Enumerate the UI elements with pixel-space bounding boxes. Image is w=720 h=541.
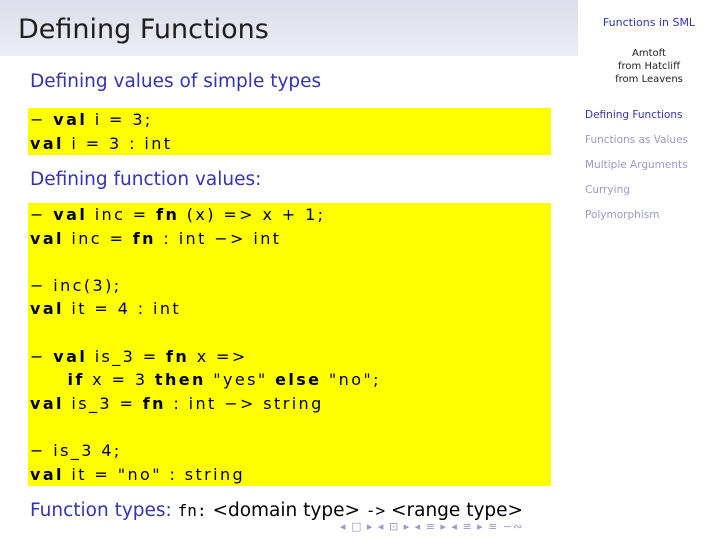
code-text: i = 3 : int xyxy=(63,133,173,153)
code-block-simple-values: − val i = 3; val i = 3 : int xyxy=(28,108,551,156)
code-keyword: val xyxy=(53,346,88,366)
sidebar: Functions in SML Amtoft from Hatcliff fr… xyxy=(578,0,720,541)
function-types-note: Function types: fn: <domain type> -> <ra… xyxy=(30,500,523,521)
code-text: : int −> int xyxy=(155,228,282,248)
sidebar-item-functions-as-values[interactable]: Functions as Values xyxy=(585,133,688,158)
code-line: val i = 3 : int xyxy=(28,132,551,156)
code-text: is_3 = xyxy=(87,346,167,366)
code-text: x = 3 xyxy=(84,370,155,390)
code-text: − inc(3); xyxy=(30,275,122,295)
fn-keyword: fn: xyxy=(177,501,207,520)
code-text: : int −> string xyxy=(165,393,324,413)
code-text: it = "no" : string xyxy=(63,464,246,484)
code-line: val it = 4 : int xyxy=(28,297,551,321)
slide-title: Defining Functions xyxy=(18,14,269,45)
code-keyword: then xyxy=(154,370,206,390)
code-keyword: val xyxy=(30,464,64,484)
sidebar-item-currying[interactable]: Currying xyxy=(585,183,688,208)
section-heading-simple-types: Defining values of simple types xyxy=(30,71,322,92)
author-line: Amtoft xyxy=(632,48,666,59)
code-text: − xyxy=(30,205,54,224)
sidebar-item-multiple-arguments[interactable]: Multiple Arguments xyxy=(585,158,688,183)
code-line: val it = "no" : string xyxy=(28,463,551,487)
sidebar-item-defining-functions[interactable]: Defining Functions xyxy=(585,108,688,133)
code-text: inc = xyxy=(63,228,133,248)
code-keyword: fn xyxy=(132,228,156,248)
code-keyword: val xyxy=(30,133,64,153)
code-line: − val inc = fn (x) => x + 1; xyxy=(28,203,551,227)
code-line: − val i = 3; xyxy=(28,108,551,132)
code-line: val inc = fn : int −> int xyxy=(28,227,551,251)
code-keyword: val xyxy=(30,299,64,319)
range-type: <range type> xyxy=(391,500,524,521)
code-line: − inc(3); xyxy=(28,274,551,298)
beamer-navigation-icons[interactable]: ◂ □ ▸ ◂ ⊡ ▸ ◂ ≡ ▸ ◂ ≡ ▸ ≡ ∽∾ xyxy=(340,520,523,533)
sidebar-item-polymorphism[interactable]: Polymorphism xyxy=(585,208,688,233)
code-keyword: val xyxy=(53,110,88,129)
function-types-label: Function types: xyxy=(30,500,172,521)
code-text: "no"; xyxy=(321,370,381,390)
code-keyword: val xyxy=(53,205,88,224)
sidebar-author: Amtoft from Hatcliff from Leavens xyxy=(578,47,720,86)
code-text: − is_3 4; xyxy=(30,440,122,460)
author-line: from Hatcliff xyxy=(618,61,680,72)
sidebar-nav: Defining Functions Functions as Values M… xyxy=(585,108,688,233)
code-keyword: fn xyxy=(142,393,166,413)
author-line: from Leavens xyxy=(615,74,683,85)
sidebar-title[interactable]: Functions in SML xyxy=(578,16,720,29)
code-keyword: if xyxy=(67,370,85,390)
code-text: (x) => x + 1; xyxy=(179,205,326,224)
code-keyword: fn xyxy=(166,346,190,366)
code-text: − xyxy=(30,346,54,366)
code-text: "yes" xyxy=(205,370,276,390)
code-line: if x = 3 then "yes" else "no"; xyxy=(28,368,551,392)
code-line: − is_3 4; xyxy=(28,439,551,463)
code-keyword: fn xyxy=(156,205,180,224)
code-line: − val is_3 = fn x => xyxy=(28,345,551,369)
section-heading-function-values: Defining function values: xyxy=(30,169,262,190)
code-text: i = 3; xyxy=(87,110,153,129)
code-line: val is_3 = fn : int −> string xyxy=(28,392,551,416)
domain-type: <domain type> xyxy=(212,500,360,521)
code-text: inc = xyxy=(87,205,157,224)
code-keyword: else xyxy=(275,370,322,390)
code-text: − xyxy=(30,110,54,129)
code-block-function-values: − val inc = fn (x) => x + 1; val inc = fn… xyxy=(28,203,551,487)
code-text: it = 4 : int xyxy=(63,299,182,319)
code-text: is_3 = xyxy=(63,393,143,413)
code-keyword: val xyxy=(30,228,64,248)
code-text: x => xyxy=(189,346,248,366)
arrow-symbol: -> xyxy=(365,501,386,520)
code-keyword: val xyxy=(30,393,64,413)
